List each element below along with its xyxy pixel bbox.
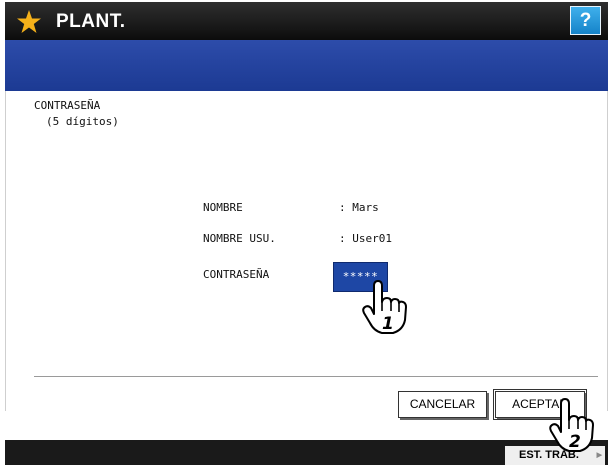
step-2-number: 2	[569, 432, 581, 452]
name-value: : Mars	[339, 201, 379, 214]
cancel-button[interactable]: CANCELAR	[398, 391, 487, 418]
content-panel	[5, 91, 608, 411]
name-label: NOMBRE	[203, 201, 243, 214]
page-title: PLANT.	[56, 11, 126, 32]
field-hint: (5 dígitos)	[46, 115, 119, 128]
header-band	[5, 40, 608, 91]
password-label: CONTRASEÑA	[203, 268, 270, 281]
star-icon	[17, 10, 41, 33]
divider	[34, 376, 598, 377]
title-bar: PLANT. ?	[5, 2, 608, 40]
username-value: : User01	[339, 232, 392, 245]
step-1-number: 1	[382, 314, 394, 334]
username-label: NOMBRE USU.	[203, 232, 276, 245]
pointing-hand-icon: 2	[549, 398, 594, 452]
field-heading: CONTRASEÑA	[34, 99, 101, 112]
help-button[interactable]: ?	[570, 6, 601, 35]
chevron-right-icon: ▶	[596, 452, 602, 459]
pointing-hand-icon: 1	[362, 280, 407, 334]
